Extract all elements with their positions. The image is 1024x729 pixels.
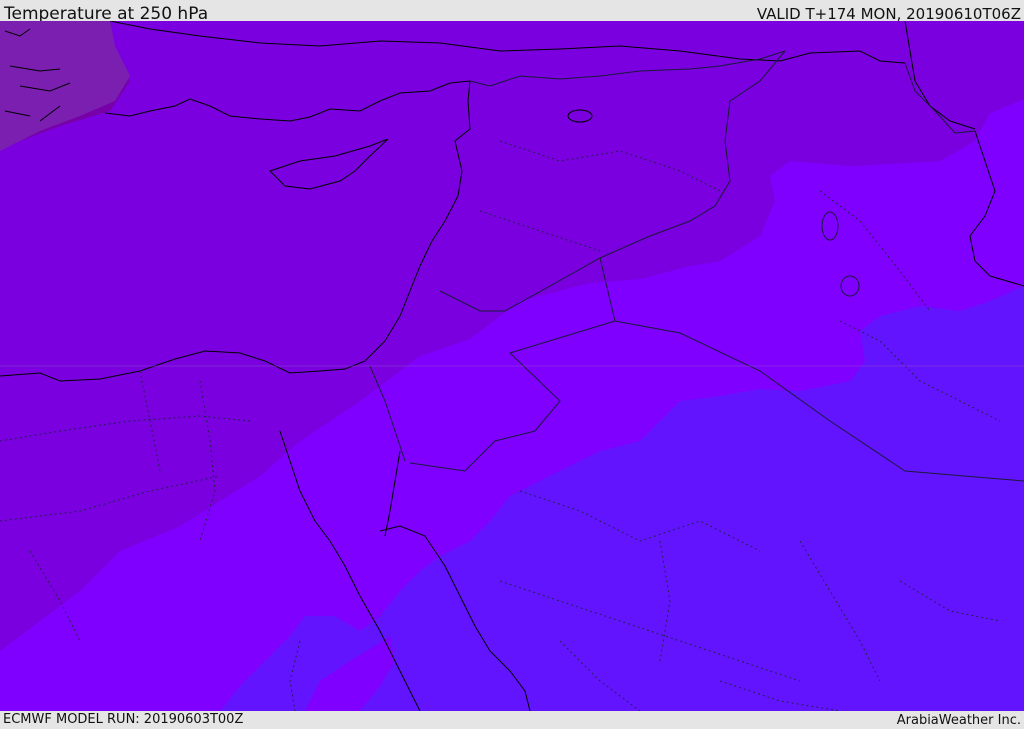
temperature-map[interactable] [0, 21, 1024, 711]
header-bar: Temperature at 250 hPa VALID T+174 MON, … [0, 0, 1024, 24]
credit-text: ArabiaWeather Inc. [896, 713, 1021, 728]
footer-bar: ECMWF MODEL RUN: 20190603T00Z ArabiaWeat… [0, 711, 1024, 729]
model-run: ECMWF MODEL RUN: 20190603T00Z [3, 712, 244, 727]
map-canvas [0, 21, 1024, 711]
